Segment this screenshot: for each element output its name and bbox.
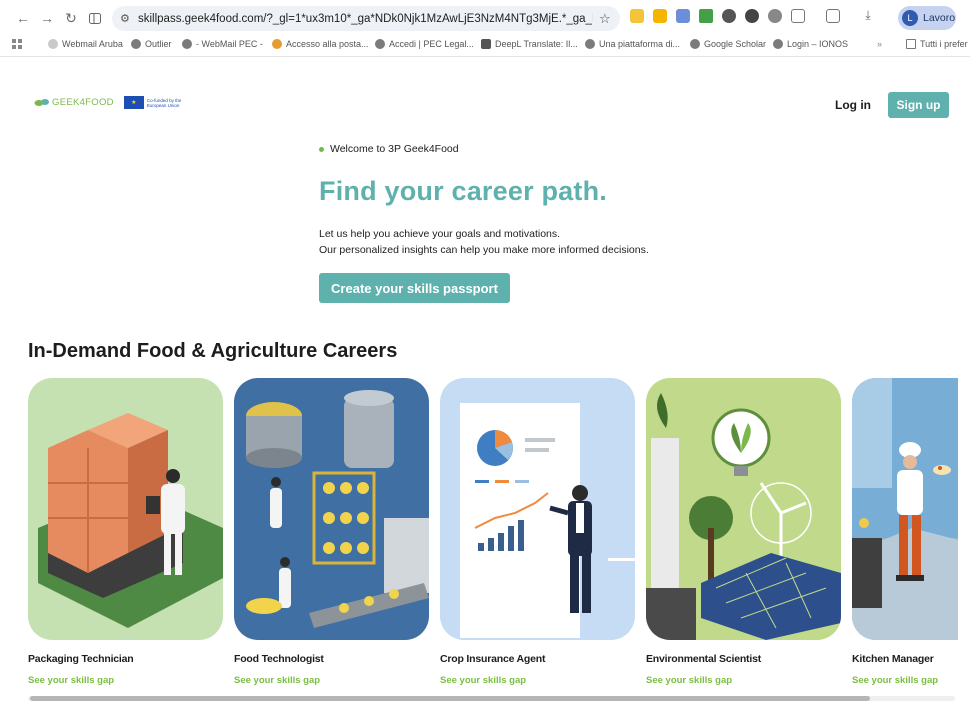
career-card-kitchen-manager[interactable]: Kitchen Manager See your skills gap — [852, 378, 958, 686]
folder-icon — [906, 39, 916, 49]
career-card-packaging-technician[interactable]: Packaging Technician See your skills gap — [28, 378, 223, 686]
translate-extension-icon[interactable] — [676, 9, 690, 23]
career-image-food-technologist[interactable] — [234, 378, 429, 640]
download-extension-icon[interactable] — [699, 9, 713, 23]
carousel-scrollbar[interactable] — [28, 696, 955, 701]
profile-chip[interactable]: L Lavoro — [898, 6, 956, 30]
bookmarks-overflow-icon[interactable]: » — [877, 39, 882, 49]
career-image-kitchen[interactable] — [852, 378, 958, 640]
globe-icon — [131, 39, 141, 49]
reload-icon[interactable]: ↻ — [60, 7, 82, 29]
bookmark-webmail-aruba[interactable]: Webmail Aruba — [48, 39, 123, 49]
bookmark-deepl[interactable]: DeepL Translate: Il... — [481, 39, 578, 49]
login-link[interactable]: Log in — [835, 98, 871, 112]
career-title: Kitchen Manager — [852, 653, 934, 665]
bookmark-favicon-icon — [48, 39, 58, 49]
career-card-food-technologist[interactable]: Food Technologist See your skills gap — [234, 378, 429, 686]
drive-extension-icon[interactable] — [630, 9, 644, 23]
skills-gap-link[interactable]: See your skills gap — [234, 675, 429, 686]
globe-icon — [773, 39, 783, 49]
puzzle-extension-icon[interactable] — [768, 9, 782, 23]
logo-leaf-icon — [34, 98, 49, 106]
back-icon[interactable]: ← — [12, 7, 34, 29]
skills-gap-link[interactable]: See your skills gap — [646, 675, 841, 686]
status-dot-icon — [319, 146, 324, 152]
extension-icons: ⤓ — [630, 9, 875, 23]
bookmark-google-scholar[interactable]: Google Scholar — [690, 39, 766, 49]
bookmark-favicon-icon — [272, 39, 282, 49]
url-text: skillpass.geek4food.com/?_gl=1*ux3m10*_g… — [138, 12, 593, 25]
bookmarks-bar: Webmail Aruba Outlier - WebMail PEC - Ac… — [0, 36, 970, 56]
bookmark-star-icon[interactable]: ☆ — [599, 11, 611, 27]
globe-icon — [690, 39, 700, 49]
site-settings-icon[interactable]: ⚙ — [120, 12, 138, 25]
scrollbar-thumb[interactable] — [30, 696, 870, 701]
welcome-tagline: Welcome to 3P Geek4Food — [319, 143, 459, 155]
skills-gap-link[interactable]: See your skills gap — [440, 675, 635, 686]
forward-icon[interactable]: → — [36, 7, 58, 29]
career-image-crop-insurance[interactable] — [440, 378, 635, 640]
career-image-packaging[interactable] — [28, 378, 223, 640]
apps-icon[interactable] — [12, 39, 22, 49]
bookmark-login-ionos[interactable]: Login – IONOS — [773, 39, 848, 49]
signup-button[interactable]: Sign up — [888, 92, 949, 118]
browser-toolbar: ← → ↻ ⚙ skillpass.geek4food.com/?_gl=1*u… — [0, 0, 970, 36]
logo-text: GEEK4FOOD — [52, 97, 114, 108]
globe-icon — [585, 39, 595, 49]
career-image-environmental[interactable] — [646, 378, 841, 640]
keep-extension-icon[interactable] — [653, 9, 667, 23]
bookmark-all-folder[interactable]: Tutti i prefer — [906, 39, 968, 49]
hero-subtitle: Let us help you achieve your goals and m… — [319, 228, 649, 256]
career-title: Crop Insurance Agent — [440, 653, 546, 665]
bookmark-outlier[interactable]: Outlier — [131, 39, 172, 49]
skills-gap-link[interactable]: See your skills gap — [28, 675, 223, 686]
side-panel-icon[interactable] — [826, 9, 840, 23]
eu-flag-icon: ★ — [123, 96, 144, 109]
career-title: Environmental Scientist — [646, 653, 762, 665]
skills-gap-link[interactable]: See your skills gap — [852, 675, 958, 686]
career-card-crop-insurance-agent[interactable]: Crop Insurance Agent See your skills gap — [440, 378, 635, 686]
globe-icon — [375, 39, 385, 49]
globe-icon — [182, 39, 192, 49]
sidebar-toggle-icon[interactable] — [84, 7, 106, 29]
download-icon[interactable]: ⤓ — [861, 9, 875, 23]
careers-section-title: In-Demand Food & Agriculture Careers — [28, 340, 398, 362]
career-card-environmental-scientist[interactable]: Environmental Scientist See your skills … — [646, 378, 841, 686]
bookmark-piattaforma[interactable]: Una piattaforma di... — [585, 39, 680, 49]
extensions-icon[interactable] — [791, 9, 805, 23]
eu-cofunded-badge: ★ Co-funded by the European Union — [123, 96, 189, 109]
avatar: L — [902, 10, 918, 26]
bookmark-webmail-pec[interactable]: - WebMail PEC - — [182, 39, 263, 49]
toolbar-divider — [0, 56, 970, 57]
compass-extension-icon[interactable] — [722, 9, 736, 23]
careers-carousel[interactable]: Packaging Technician See your skills gap — [28, 378, 958, 688]
shield-extension-icon[interactable] — [745, 9, 759, 23]
profile-label: Lavoro — [923, 12, 956, 24]
career-title: Food Technologist — [234, 653, 324, 665]
create-skills-passport-button[interactable]: Create your skills passport — [319, 273, 510, 303]
bookmark-pec-legal[interactable]: Accedi | PEC Legal... — [375, 39, 474, 49]
deepl-icon — [481, 39, 491, 49]
bookmark-accesso-posta[interactable]: Accesso alla posta... — [272, 39, 369, 49]
career-title: Packaging Technician — [28, 653, 134, 665]
page-title: Find your career path. — [319, 176, 607, 206]
address-bar[interactable]: ⚙ skillpass.geek4food.com/?_gl=1*ux3m10*… — [112, 6, 620, 31]
site-logo[interactable]: GEEK4FOOD ★ Co-funded by the European Un… — [34, 96, 189, 109]
